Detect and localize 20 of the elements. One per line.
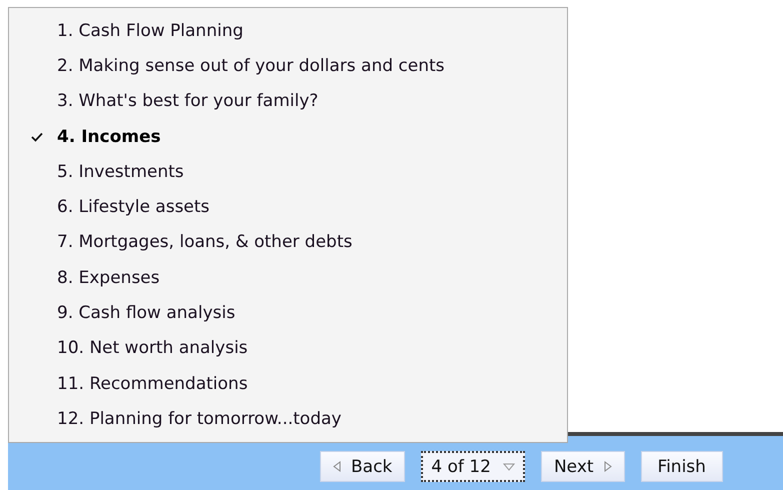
menu-item[interactable]: 6. Lifestyle assets [9, 189, 567, 225]
menu-item[interactable]: 9. Cash flow analysis [9, 295, 567, 331]
menu-item[interactable]: 2. Making sense out of your dollars and cents [9, 48, 567, 84]
page-selector-button[interactable]: 4 of 12 [421, 451, 525, 482]
menu-item[interactable]: 4. Incomes [9, 118, 567, 154]
menu-item[interactable]: 8. Expenses [9, 260, 567, 296]
next-button[interactable]: Next [540, 451, 625, 482]
menu-item[interactable]: 1. Cash Flow Planning [9, 13, 567, 48]
menu-item[interactable]: 11. Recommendations [9, 366, 567, 402]
menu-item[interactable]: 5. Investments [9, 154, 567, 190]
back-button[interactable]: Back [320, 451, 406, 482]
menu-item[interactable]: 10. Net worth analysis [9, 330, 567, 366]
right-triangle-icon [604, 461, 612, 472]
menu-item[interactable]: 12. Planning for tomorrow...today [9, 401, 567, 437]
menu-item[interactable]: 7. Mortgages, loans, & other debts [9, 224, 567, 260]
checkmark-icon [31, 132, 43, 142]
down-triangle-icon [502, 462, 515, 470]
menu-item[interactable]: 3. What's best for your family? [9, 84, 567, 119]
left-triangle-icon [333, 461, 341, 472]
finish-button[interactable]: Finish [640, 451, 723, 482]
